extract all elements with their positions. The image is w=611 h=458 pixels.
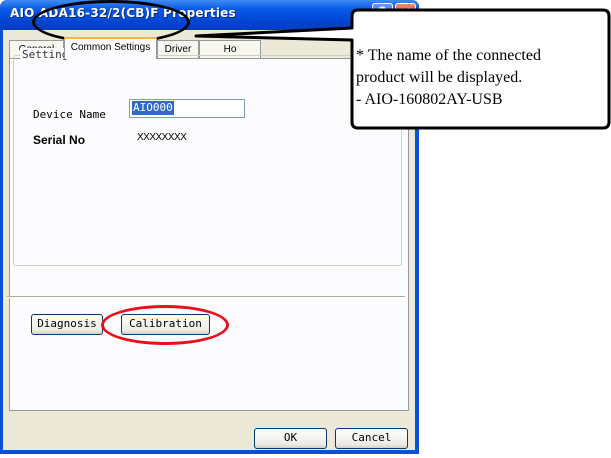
tab-common-settings[interactable]: Common Settings	[64, 37, 157, 59]
divider	[7, 296, 405, 298]
callout-text-line1: * The name of the connected	[356, 47, 541, 64]
cancel-button[interactable]: Cancel	[335, 428, 408, 449]
device-name-label: Device Name	[33, 108, 106, 121]
serial-no-label: Serial No	[33, 133, 86, 147]
calibration-highlight-ellipse	[101, 305, 229, 345]
ok-button[interactable]: OK	[254, 428, 327, 449]
serial-no-value: XXXXXXXX	[137, 132, 187, 143]
close-button[interactable]: ✕	[395, 3, 416, 24]
setting-groupbox	[13, 55, 402, 266]
help-button[interactable]: ?	[372, 3, 393, 24]
device-name-value: AIO000	[132, 101, 174, 115]
callout-text-line3: - AIO-160802AY-USB	[356, 91, 503, 108]
callout-text-line2: product will be displayed.	[356, 69, 523, 86]
setting-group-label: Setting	[20, 48, 71, 61]
device-name-input[interactable]: AIO000	[129, 99, 245, 118]
diagnosis-button[interactable]: Diagnosis	[31, 314, 103, 335]
